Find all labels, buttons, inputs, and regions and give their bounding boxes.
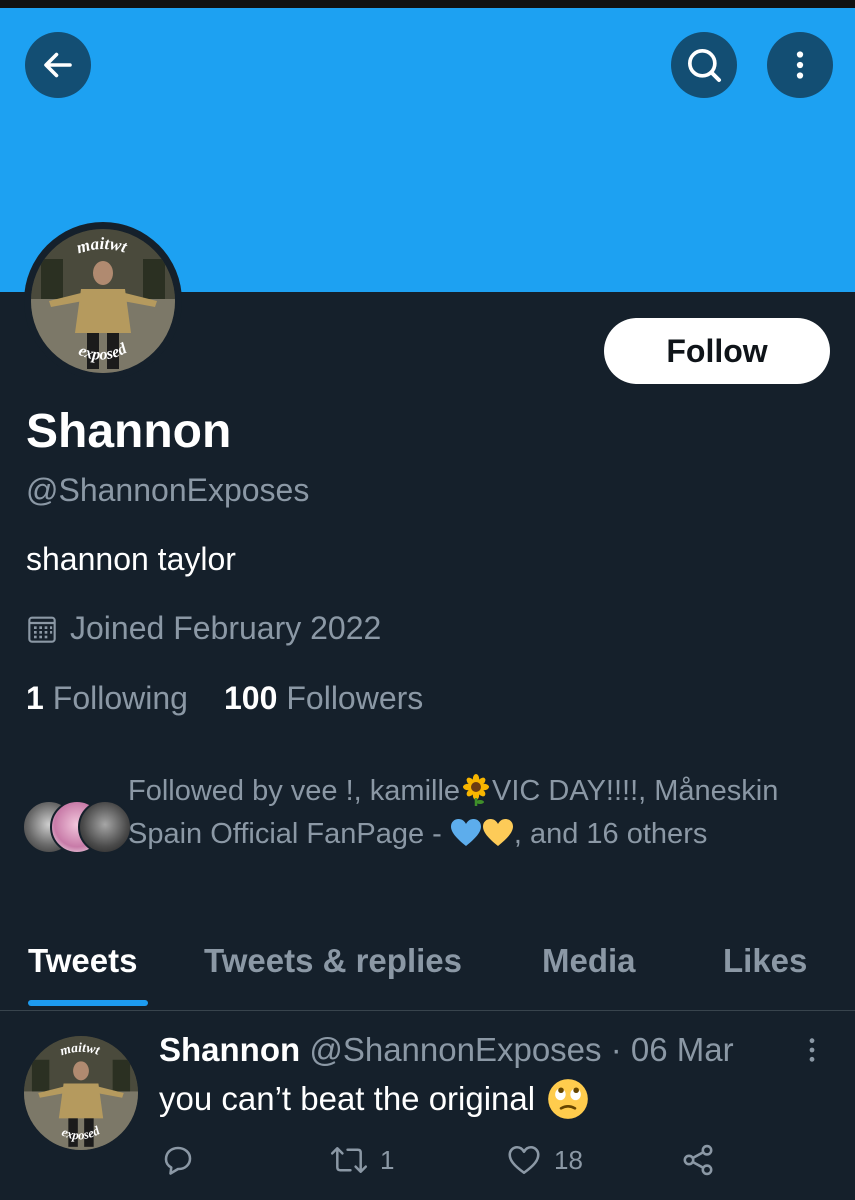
- followers-stat[interactable]: 100 Followers: [224, 680, 423, 717]
- tab-tweets-replies[interactable]: Tweets & replies: [204, 942, 462, 980]
- calendar-icon: [28, 616, 56, 643]
- avatar-image: maitwt exposed: [31, 229, 175, 373]
- retweet-count: 1: [380, 1144, 395, 1175]
- following-stat[interactable]: 1 Following: [26, 680, 188, 717]
- profile-tabs: Tweets Tweets & replies Media Likes: [0, 930, 855, 1011]
- joined-text: Joined February 2022: [70, 610, 382, 646]
- like-button[interactable]: 18: [506, 1142, 583, 1178]
- tweet-avatar[interactable]: maitwt exposed: [24, 1036, 138, 1150]
- avatar-picture: maitwt exposed: [31, 229, 175, 373]
- tweet-actions: 1 18: [160, 1142, 720, 1182]
- followed-by-prefix: Followed by vee !, kamille: [128, 775, 461, 807]
- eye-roll-emoji-icon: [548, 1079, 588, 1119]
- following-count: 1: [26, 680, 44, 716]
- search-button[interactable]: [671, 32, 737, 98]
- followed-by-text[interactable]: Followed by vee !, kamille VIC DAY!!!!, …: [128, 770, 838, 856]
- tweet-author-name[interactable]: Shannon: [159, 1031, 300, 1068]
- follow-stats: 1 Following 100 Followers: [26, 680, 423, 717]
- retweet-icon: [330, 1147, 368, 1173]
- retweet-button[interactable]: 1: [330, 1142, 394, 1178]
- profile-bio: shannon taylor: [26, 541, 236, 577]
- follower-avatar: [78, 800, 132, 854]
- more-vertical-icon: [796, 51, 804, 79]
- reply-icon: [164, 1146, 192, 1175]
- tweet-text: you can’t beat the original: [159, 1080, 536, 1117]
- tweet-more-button[interactable]: [800, 1034, 824, 1071]
- tweet-header: Shannon @ShannonExposes · 06 Mar: [159, 1031, 734, 1069]
- follow-button[interactable]: Follow: [604, 318, 830, 384]
- following-label: Following: [52, 680, 188, 716]
- share-icon: [683, 1144, 713, 1176]
- share-button[interactable]: [680, 1142, 716, 1178]
- status-bar-edge: [0, 0, 855, 8]
- sunflower-emoji-icon: [463, 774, 490, 806]
- reply-button[interactable]: [160, 1142, 196, 1178]
- followers-label: Followers: [286, 680, 424, 716]
- tab-media[interactable]: Media: [542, 942, 636, 980]
- profile-name: Shannon: [26, 405, 232, 458]
- profile-handle: @ShannonExposes: [26, 472, 310, 508]
- tweet-body: you can’t beat the original: [159, 1078, 589, 1120]
- active-tab-indicator: [28, 1000, 148, 1006]
- joined-date: Joined February 2022: [26, 610, 381, 647]
- like-count: 18: [554, 1144, 583, 1175]
- search-icon: [688, 49, 721, 82]
- back-button[interactable]: [25, 32, 91, 98]
- more-button[interactable]: [767, 32, 833, 98]
- profile-avatar[interactable]: maitwt exposed: [24, 222, 182, 380]
- tweet-avatar-picture: maitwt exposed: [24, 1036, 138, 1150]
- tab-tweets[interactable]: Tweets: [28, 942, 137, 980]
- back-arrow-icon: [44, 52, 72, 78]
- followers-count: 100: [223, 680, 278, 716]
- followed-by-avatars[interactable]: [22, 800, 132, 856]
- heart-icon: [508, 1145, 540, 1175]
- tweet-meta: @ShannonExposes · 06 Mar: [309, 1031, 734, 1068]
- tab-likes[interactable]: Likes: [723, 942, 807, 980]
- blue-heart-emoji-icon: [450, 819, 481, 846]
- followed-by-suffix: , and 16 others: [513, 818, 708, 850]
- more-vertical-icon: [809, 1038, 815, 1062]
- yellow-heart-emoji-icon: [482, 819, 513, 846]
